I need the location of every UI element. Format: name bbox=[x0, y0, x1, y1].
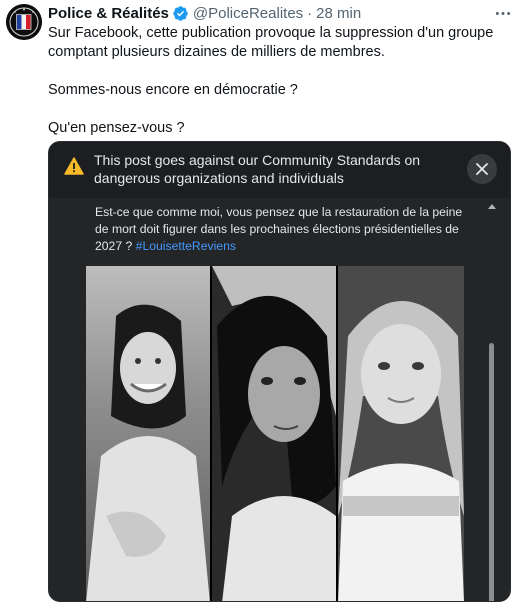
scroll-up-arrow-icon[interactable] bbox=[487, 202, 497, 210]
facebook-post: Est-ce que comme moi, vous pensez que la… bbox=[49, 198, 510, 601]
tweet-text: Sur Facebook, cette publication provoque… bbox=[48, 24, 508, 138]
warning-text: This post goes against our Community Sta… bbox=[94, 152, 421, 186]
warning-triangle-icon bbox=[64, 157, 84, 175]
tweet-header: Police & Réalités @PoliceRealites · 28 m… bbox=[48, 3, 361, 23]
photo-collage bbox=[86, 266, 464, 601]
more-horizontal-icon[interactable] bbox=[492, 4, 514, 22]
verified-badge-icon bbox=[172, 5, 189, 22]
embedded-facebook-screenshot[interactable]: This post goes against our Community Sta… bbox=[48, 141, 511, 602]
tweet: Police & Réalités @PoliceRealites · 28 m… bbox=[0, 0, 518, 610]
photo-right bbox=[338, 266, 464, 601]
facebook-post-text: Est-ce que comme moi, vous pensez que la… bbox=[95, 204, 475, 255]
author-handle[interactable]: @PoliceRealites bbox=[193, 5, 303, 22]
avatar[interactable] bbox=[6, 4, 42, 40]
photo-middle bbox=[212, 266, 336, 601]
photo-left bbox=[86, 266, 210, 601]
separator-dot: · bbox=[307, 4, 313, 22]
author-name[interactable]: Police & Réalités bbox=[48, 5, 169, 22]
community-standards-warning: This post goes against our Community Sta… bbox=[49, 142, 510, 198]
tweet-paragraph: Sommes-nous encore en démocratie ? bbox=[48, 82, 298, 98]
hashtag-link[interactable]: #LouisetteReviens bbox=[136, 239, 236, 253]
close-button[interactable] bbox=[467, 154, 497, 184]
timestamp[interactable]: 28 min bbox=[316, 5, 361, 22]
scrollbar-thumb[interactable] bbox=[489, 343, 494, 601]
tweet-paragraph: Qu'en pensez-vous ? bbox=[48, 120, 185, 136]
police-realites-logo bbox=[6, 4, 42, 40]
close-icon bbox=[476, 163, 488, 175]
scrollbar[interactable] bbox=[487, 198, 497, 601]
tweet-paragraph: Sur Facebook, cette publication provoque… bbox=[48, 25, 494, 60]
